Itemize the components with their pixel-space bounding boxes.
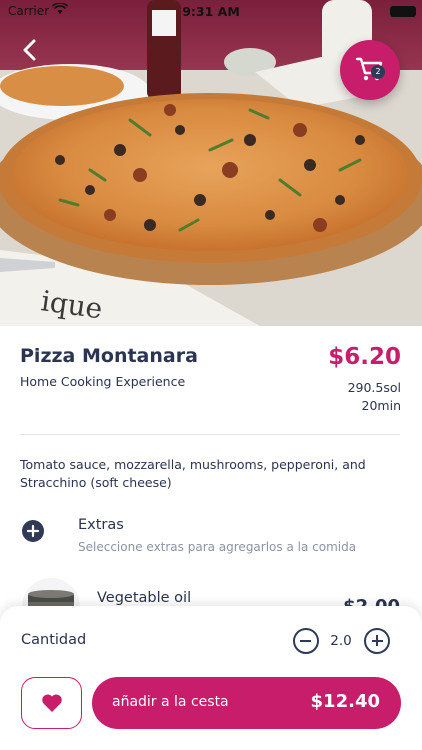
product-price: $6.20: [328, 344, 401, 370]
cart-icon: [355, 57, 383, 81]
product-time: 20min: [361, 398, 401, 413]
add-to-cart-label: añadir a la cesta: [112, 694, 229, 710]
add-extras-button[interactable]: [22, 520, 44, 542]
cart-button[interactable]: 2: [340, 40, 400, 100]
back-button[interactable]: [16, 36, 44, 64]
bottom-sheet: Cantidad 2.0 añadir a la cesta $12.40: [0, 606, 422, 750]
status-bar: Carrier 9:31 AM: [0, 0, 422, 22]
divider: [20, 434, 400, 435]
quantity-decrease-button[interactable]: [293, 628, 319, 654]
status-time: 9:31 AM: [182, 4, 240, 19]
cart-badge: 2: [371, 65, 385, 79]
favorite-button[interactable]: [21, 677, 82, 729]
add-to-cart-button[interactable]: añadir a la cesta $12.40: [92, 677, 401, 729]
plus-icon: [26, 524, 40, 538]
add-to-cart-total: $12.40: [310, 691, 380, 712]
quantity-label: Cantidad: [21, 632, 87, 648]
heart-icon: [42, 694, 62, 712]
quantity-increase-button[interactable]: [364, 628, 390, 654]
quantity-value: 2.0: [330, 633, 352, 649]
extras-hint: Seleccione extras para agregarlos a la c…: [78, 540, 357, 554]
chevron-left-icon: [23, 39, 36, 61]
battery-icon: [390, 6, 416, 17]
extra-item-name: Vegetable oil: [97, 590, 192, 606]
product-title: Pizza Montanara: [20, 345, 198, 367]
product-detail-screen: ique Carrier 9:31 AM 2 Pizza Montanara H…: [0, 0, 422, 750]
product-description: Tomato sauce, mozzarella, mushrooms, pep…: [20, 457, 366, 490]
product-subtitle: Home Cooking Experience: [20, 374, 186, 389]
product-calories: 290.5sol: [347, 380, 401, 395]
extras-title: Extras: [78, 517, 124, 533]
